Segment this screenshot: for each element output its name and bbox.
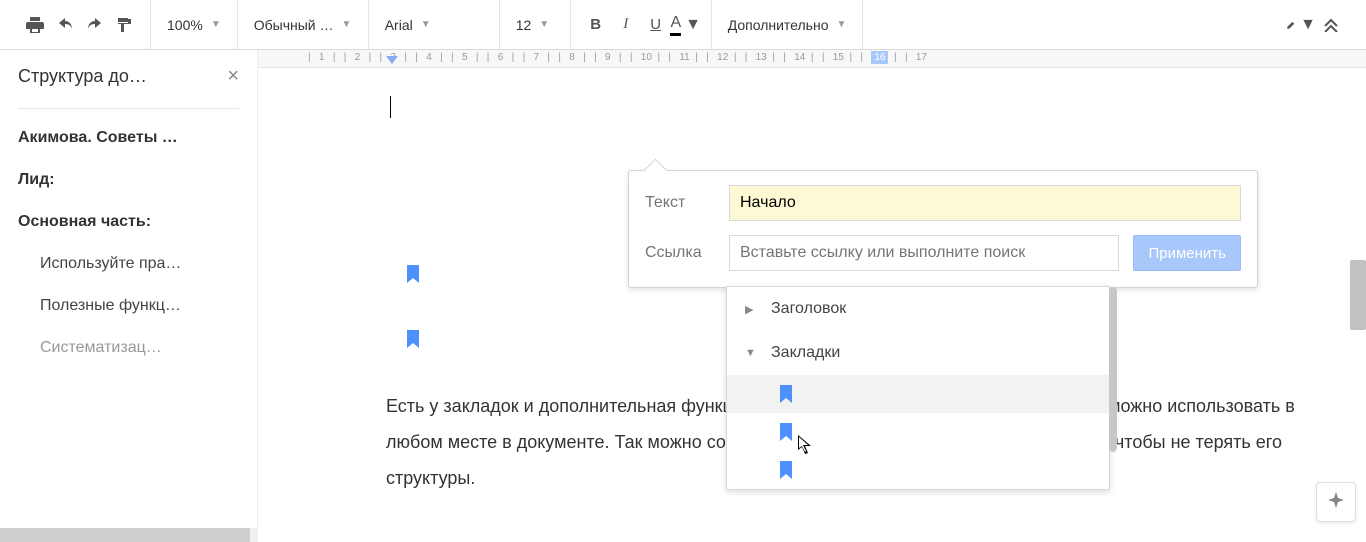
toolbar-group-zoom: 100% ▼ — [151, 0, 238, 49]
dialog-link-row: Ссылка Применить — [629, 231, 1257, 287]
bold-button[interactable]: B — [581, 10, 611, 40]
toolbar-group-right: ▼ — [1276, 0, 1356, 49]
dialog-text-row: Текст — [629, 171, 1257, 231]
caret-icon: ▼ — [211, 19, 221, 30]
bookmark-icon[interactable] — [406, 263, 420, 292]
bookmark-icon[interactable] — [406, 328, 420, 357]
sidebar-header: Структура до… × — [18, 65, 239, 88]
sidebar-item[interactable]: Лид: — [18, 159, 239, 201]
caret-icon: ▼ — [836, 19, 846, 30]
toolbar-group-font: Arial ▼ — [369, 0, 500, 49]
redo-icon[interactable] — [80, 10, 110, 40]
link-suggestions-dropdown: ▶ Заголовок ▼ Закладки — [726, 286, 1110, 490]
toolbar-group-format: B I U A▼ — [571, 0, 712, 49]
toolbar-group-size: 12 ▼ — [500, 0, 571, 49]
indent-marker-icon[interactable] — [386, 56, 398, 66]
chevron-right-icon: ▶ — [745, 303, 757, 316]
caret-icon: ▼ — [1300, 16, 1316, 34]
zoom-value: 100% — [167, 17, 203, 33]
chevron-down-icon: ▼ — [745, 347, 757, 359]
dropdown-bookmarks-section[interactable]: ▼ Закладки — [727, 331, 1109, 375]
zoom-select[interactable]: 100% ▼ — [161, 0, 227, 49]
scrollbar[interactable] — [1350, 260, 1366, 330]
print-icon[interactable] — [20, 10, 50, 40]
edit-mode-icon[interactable]: ▼ — [1286, 10, 1316, 40]
explore-button[interactable] — [1316, 482, 1356, 522]
document-area: | 1 | | 2 | | 3 | | 4 | | 5 | | 6 | | 7 … — [258, 50, 1366, 542]
font-select[interactable]: Arial ▼ — [379, 0, 489, 49]
toolbar-group-style: Обычный … ▼ — [238, 0, 369, 49]
collapse-icon[interactable] — [1316, 10, 1346, 40]
link-label: Ссылка — [645, 244, 715, 262]
scrollbar[interactable] — [1109, 287, 1117, 452]
outline-sidebar: Структура до… × Акимова. Советы … Лид: О… — [0, 50, 258, 542]
text-input[interactable] — [729, 185, 1241, 221]
caret-icon: ▼ — [685, 16, 701, 34]
close-icon[interactable]: × — [227, 65, 239, 88]
apply-button[interactable]: Применить — [1133, 235, 1241, 271]
italic-button[interactable]: I — [611, 10, 641, 40]
sidebar-item[interactable]: Используйте пра… — [18, 243, 239, 285]
bookmark-option[interactable] — [727, 375, 1109, 413]
underline-button[interactable]: U — [641, 10, 671, 40]
text-cursor — [390, 96, 391, 118]
divider — [18, 108, 239, 109]
text-label: Текст — [645, 194, 715, 212]
size-value: 12 — [516, 17, 532, 33]
undo-icon[interactable] — [50, 10, 80, 40]
text-color-button[interactable]: A▼ — [671, 10, 701, 40]
bookmarks-label: Закладки — [771, 344, 840, 362]
sidebar-item[interactable]: Систематизац… — [18, 327, 239, 369]
link-dialog: Текст Ссылка Применить — [628, 170, 1258, 288]
toolbar-group-actions — [10, 0, 151, 49]
more-select[interactable]: Дополнительно ▼ — [722, 0, 853, 49]
size-select[interactable]: 12 ▼ — [510, 0, 560, 49]
sidebar-title: Структура до… — [18, 66, 147, 87]
style-value: Обычный … — [254, 17, 334, 33]
dropdown-headings-section[interactable]: ▶ Заголовок — [727, 287, 1109, 331]
more-label: Дополнительно — [728, 17, 829, 33]
paint-format-icon[interactable] — [110, 10, 140, 40]
caret-icon: ▼ — [342, 19, 352, 30]
main-area: Структура до… × Акимова. Советы … Лид: О… — [0, 50, 1366, 542]
caret-icon: ▼ — [539, 19, 549, 30]
font-value: Arial — [385, 17, 413, 33]
toolbar-group-more: Дополнительно ▼ — [712, 0, 864, 49]
sidebar-item[interactable]: Основная часть: — [18, 201, 239, 243]
document-content[interactable]: Есть у закладок и дополнительная функция… — [258, 68, 1366, 88]
bookmark-option[interactable] — [727, 451, 1109, 489]
style-select[interactable]: Обычный … ▼ — [248, 0, 358, 49]
ruler[interactable]: | 1 | | 2 | | 3 | | 4 | | 5 | | 6 | | 7 … — [258, 50, 1366, 68]
caret-icon: ▼ — [421, 19, 431, 30]
sidebar-item[interactable]: Акимова. Советы … — [18, 117, 239, 159]
headings-label: Заголовок — [771, 300, 846, 318]
sidebar-item[interactable]: Полезные функц… — [18, 285, 239, 327]
bookmark-option[interactable] — [727, 413, 1109, 451]
toolbar: 100% ▼ Обычный … ▼ Arial ▼ 12 ▼ B I U A▼ Доп… — [0, 0, 1366, 50]
horizontal-scrollbar[interactable] — [0, 528, 250, 542]
link-input[interactable] — [729, 235, 1119, 271]
